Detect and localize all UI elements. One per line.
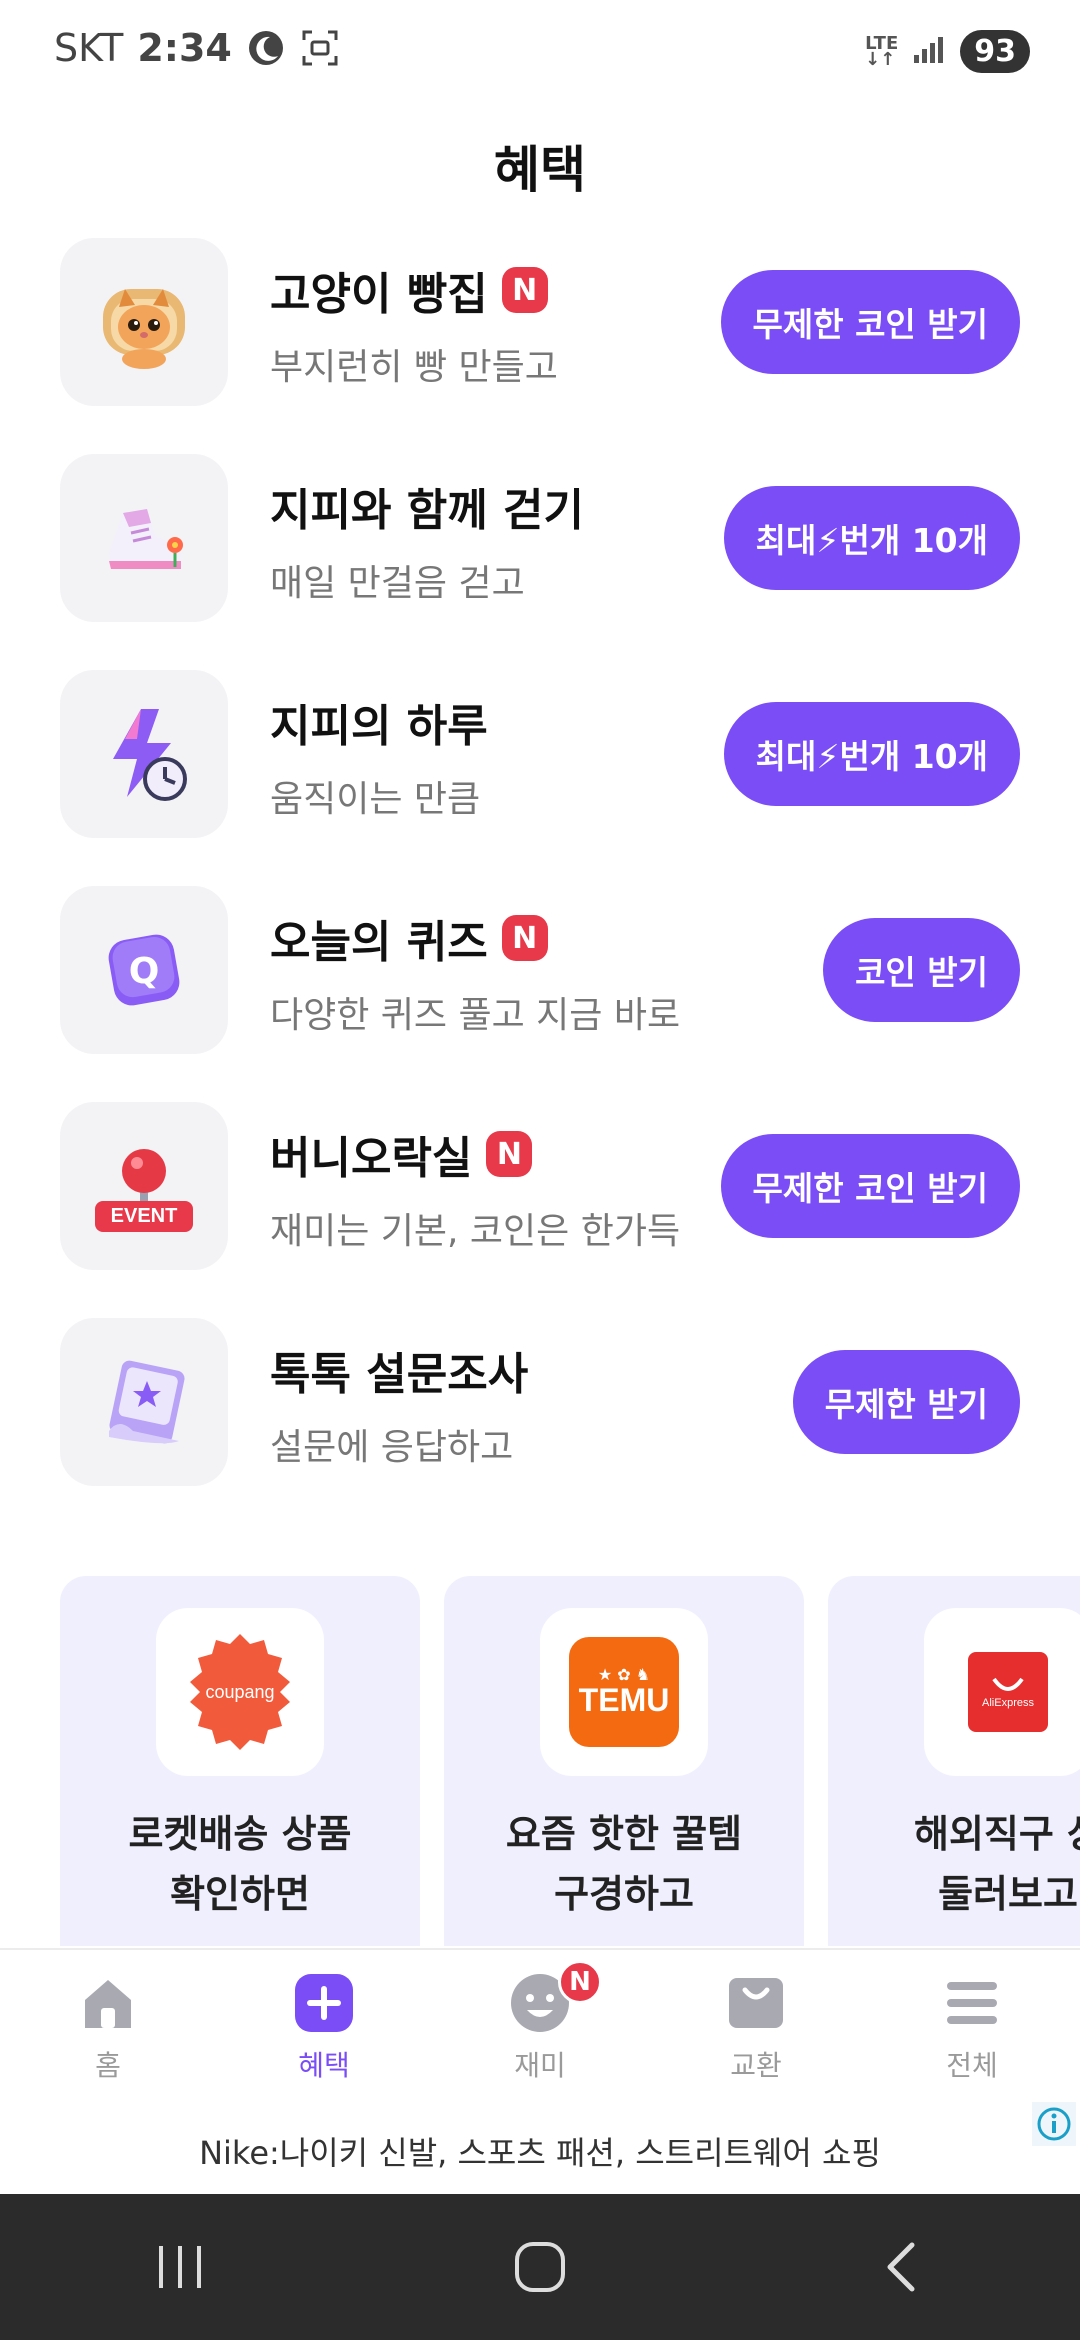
benefit-row-survey[interactable]: 톡톡 설문조사 설문에 응답하고 무제한 받기	[60, 1318, 1020, 1534]
back-button[interactable]	[840, 2227, 960, 2307]
menu-icon	[941, 1972, 1003, 2034]
benefit-subtitle: 움직이는 만큼	[270, 779, 481, 820]
system-navigation-bar	[0, 2194, 1080, 2340]
joystick-event-icon: EVENT	[60, 1102, 228, 1270]
benefit-row-walking[interactable]: 지피와 함께 걷기 매일 만걸음 걷고 최대⚡번개 10개	[60, 454, 1020, 670]
shop-card-line1: 요즘 핫한 꿀템	[505, 1812, 743, 1856]
lightning-clock-icon	[60, 670, 228, 838]
nav-label: 전체	[946, 2049, 998, 2082]
bottom-navigation: 홈 혜택 N 재미 교환 전체	[0, 1948, 1080, 2098]
shop-card-line2: 구경하고	[554, 1872, 694, 1916]
shop-card-carousel[interactable]: coupang 로켓배송 상품 확인하면 ★ ✿ ♞ TEMU 요즘 핫한 꿀템…	[60, 1576, 1080, 1946]
benefit-title: 지피의 하루	[270, 701, 488, 752]
home-icon	[77, 1972, 139, 2034]
shop-card-line2: 확인하면	[170, 1872, 310, 1916]
benefit-title: 지피와 함께 걷기	[270, 485, 584, 536]
aliexpress-logo-text: AliExpress	[982, 1697, 1034, 1709]
benefit-title-group: 지피와 함께 걷기	[270, 474, 584, 538]
network-type: LTE ↓↑	[865, 32, 899, 70]
max-lightning-button[interactable]: 최대⚡번개 10개	[723, 702, 1020, 806]
benefit-row-cat-bakery[interactable]: 고양이 빵집 N 부지런히 빵 만들고 무제한 코인 받기	[60, 238, 1020, 454]
nav-label: 홈	[95, 2049, 121, 2082]
status-left: SKT 2:34	[54, 26, 340, 70]
shop-card-aliexpress[interactable]: AliExpress 해외직구 상 둘러보고	[828, 1576, 1080, 1946]
ad-text[interactable]: Nike:나이키 신발, 스포츠 패션, 스트리트웨어 쇼핑	[0, 2128, 1080, 2174]
benefit-list: 고양이 빵집 N 부지런히 빵 만들고 무제한 코인 받기 지피와 함께 걷기 …	[60, 238, 1020, 1534]
nav-label: 교환	[730, 2049, 782, 2082]
svg-text:Q: Q	[129, 951, 160, 992]
benefit-row-daily[interactable]: 지피의 하루 움직이는 만큼 최대⚡번개 10개	[60, 670, 1020, 886]
nav-exchange[interactable]: 교환	[648, 1950, 864, 2098]
aliexpress-logo: AliExpress	[924, 1608, 1080, 1776]
shop-card-line1: 로켓배송 상품	[128, 1812, 352, 1856]
carrier-label: SKT	[54, 26, 124, 70]
benefit-title-group: 버니오락실 N	[270, 1122, 533, 1186]
info-icon[interactable]	[1032, 2102, 1076, 2146]
survey-icon	[60, 1318, 228, 1486]
signal-icon	[912, 35, 946, 69]
new-badge: N	[486, 1131, 533, 1177]
benefit-title-group: 톡톡 설문조사	[270, 1338, 528, 1402]
benefit-title: 버니오락실	[270, 1133, 473, 1184]
shop-card-line2: 둘러보고	[938, 1872, 1078, 1916]
shopping-bag-icon	[725, 1972, 787, 2034]
nav-home[interactable]: 홈	[0, 1950, 216, 2098]
get-coin-button[interactable]: 코인 받기	[823, 918, 1020, 1022]
benefit-title-group: 고양이 빵집 N	[270, 258, 548, 322]
nav-label: 혜택	[298, 2049, 350, 2082]
new-badge: N	[501, 915, 548, 961]
max-lightning-button[interactable]: 최대⚡번개 10개	[723, 486, 1020, 590]
shop-card-temu[interactable]: ★ ✿ ♞ TEMU 요즘 핫한 꿀템 구경하고	[444, 1576, 804, 1946]
benefit-subtitle: 매일 만걸음 걷고	[270, 563, 525, 604]
svg-text:coupang: coupang	[205, 1682, 274, 1702]
benefit-row-arcade[interactable]: EVENT 버니오락실 N 재미는 기본, 코인은 한가득 무제한 코인 받기	[60, 1102, 1020, 1318]
benefit-title-group: 오늘의 퀴즈 N	[270, 906, 548, 970]
shop-card-text: 요즘 핫한 꿀템 구경하고	[444, 1804, 804, 1924]
temu-logo: ★ ✿ ♞ TEMU	[540, 1608, 708, 1776]
clock: 2:34	[137, 26, 232, 70]
unlimited-coin-button[interactable]: 무제한 코인 받기	[720, 270, 1020, 374]
do-not-disturb-icon	[246, 28, 286, 68]
benefit-title: 고양이 빵집	[270, 269, 488, 320]
screenshot-icon	[300, 28, 340, 68]
quiz-icon: Q	[60, 886, 228, 1054]
benefit-subtitle: 재미는 기본, 코인은 한가득	[270, 1211, 681, 1252]
shop-card-text: 해외직구 상 둘러보고	[828, 1804, 1080, 1924]
benefit-subtitle: 부지런히 빵 만들고	[270, 347, 558, 388]
nav-all[interactable]: 전체	[864, 1950, 1080, 2098]
benefit-title-group: 지피의 하루	[270, 690, 488, 754]
sneaker-icon	[60, 454, 228, 622]
nav-label: 재미	[514, 2049, 566, 2082]
unlimited-coin-button[interactable]: 무제한 코인 받기	[720, 1134, 1020, 1238]
nav-benefits[interactable]: 혜택	[216, 1950, 432, 2098]
shop-card-coupang[interactable]: coupang 로켓배송 상품 확인하면	[60, 1576, 420, 1946]
nav-fun[interactable]: N 재미	[432, 1950, 648, 2098]
plus-icon	[293, 1972, 355, 2034]
benefit-subtitle: 설문에 응답하고	[270, 1427, 514, 1468]
home-button[interactable]	[480, 2227, 600, 2307]
page-title: 혜택	[494, 141, 586, 199]
unlimited-receive-button[interactable]: 무제한 받기	[792, 1350, 1020, 1454]
event-label: EVENT	[94, 1200, 194, 1232]
coupang-logo: coupang	[156, 1608, 324, 1776]
cat-bread-icon	[60, 238, 228, 406]
benefit-row-quiz[interactable]: Q 오늘의 퀴즈 N 다양한 퀴즈 풀고 지금 바로 코인 받기	[60, 886, 1020, 1102]
ad-banner[interactable]: Nike:나이키 신발, 스포츠 패션, 스트리트웨어 쇼핑	[0, 2098, 1080, 2194]
benefit-subtitle: 다양한 퀴즈 풀고 지금 바로	[270, 995, 681, 1036]
new-badge: N	[501, 267, 548, 313]
shop-card-text: 로켓배송 상품 확인하면	[60, 1804, 420, 1924]
status-bar: SKT 2:34 LTE ↓↑ 93	[0, 0, 1080, 100]
benefit-title: 톡톡 설문조사	[270, 1349, 529, 1400]
battery-indicator: 93	[960, 30, 1030, 73]
recent-apps-button[interactable]	[120, 2227, 240, 2307]
benefit-title: 오늘의 퀴즈	[270, 917, 488, 968]
temu-logo-text: TEMU	[578, 1682, 670, 1718]
shop-card-line1: 해외직구 상	[913, 1812, 1080, 1856]
status-right: LTE ↓↑ 93	[865, 30, 1030, 73]
new-badge: N	[558, 1960, 602, 2004]
